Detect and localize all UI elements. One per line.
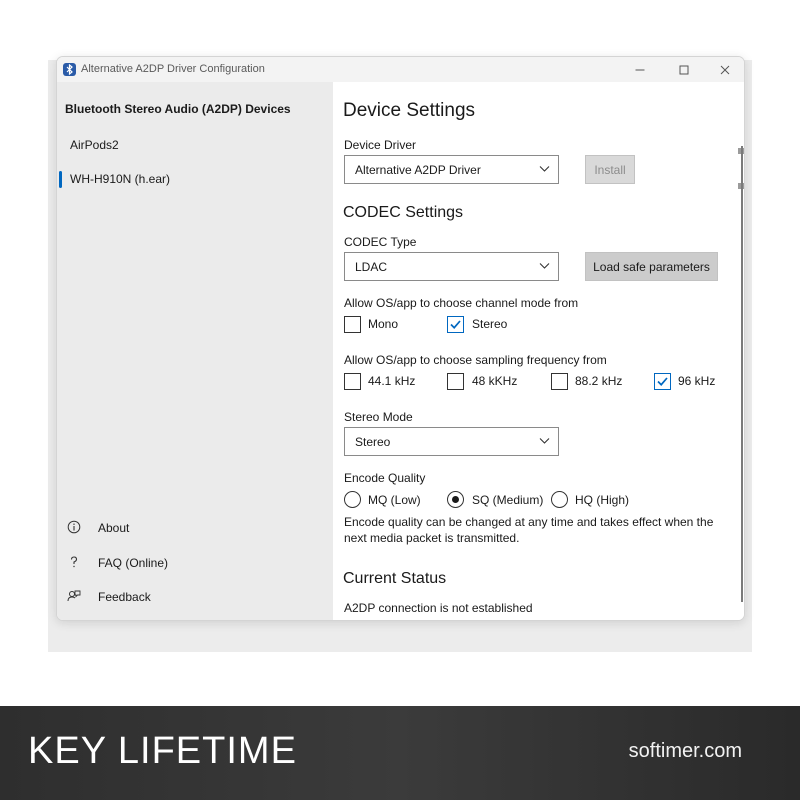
mq-low-radio[interactable] <box>344 491 361 508</box>
freq-48-label: 48 kKHz <box>472 374 518 388</box>
hq-high-label: HQ (High) <box>575 493 630 507</box>
stereo-mode-value: Stereo <box>355 435 391 449</box>
freq-96-label: 96 kHz <box>678 374 716 388</box>
title-bar: Alternative A2DP Driver Configuration <box>57 57 744 82</box>
mq-low-label: MQ (Low) <box>368 493 421 507</box>
channel-mode-label: Allow OS/app to choose channel mode from <box>344 296 579 310</box>
page-title: Device Settings <box>343 100 476 121</box>
sidebar-item-airpods2[interactable]: AirPods2 <box>57 130 333 160</box>
device-driver-value: Alternative A2DP Driver <box>355 163 481 177</box>
checkmark-icon <box>450 320 461 329</box>
freq-44-1-checkbox[interactable] <box>344 373 361 390</box>
hq-high-radio[interactable] <box>551 491 568 508</box>
stereo-mode-select[interactable]: Stereo <box>344 427 559 456</box>
close-button[interactable] <box>705 57 744 82</box>
stereo-label: Stereo <box>472 317 508 331</box>
device-driver-label: Device Driver <box>344 138 417 152</box>
close-icon <box>720 65 730 74</box>
maximize-button[interactable] <box>664 57 704 82</box>
sidebar-item-about[interactable]: About <box>57 514 333 544</box>
faq-label: FAQ (Online) <box>98 556 169 570</box>
mono-label: Mono <box>368 317 399 331</box>
bluetooth-app-icon <box>63 63 76 76</box>
checkmark-icon <box>657 377 668 386</box>
feedback-label: Feedback <box>98 590 151 604</box>
freq-96-checkbox[interactable] <box>654 373 671 390</box>
sampling-frequency-label: Allow OS/app to choose sampling frequenc… <box>344 353 607 367</box>
sidebar: Bluetooth Stereo Audio (A2DP) Devices Ai… <box>57 82 333 620</box>
freq-44-1-label: 44.1 kHz <box>368 374 416 388</box>
sidebar-item-faq[interactable]: FAQ (Online) <box>57 549 333 579</box>
sidebar-item-feedback[interactable]: Feedback <box>57 583 333 613</box>
chevron-down-icon <box>539 438 550 444</box>
window-title: Alternative A2DP Driver Configuration <box>81 63 265 75</box>
current-status-heading: Current Status <box>343 570 447 587</box>
sq-medium-radio[interactable] <box>447 491 464 508</box>
codec-settings-heading: CODEC Settings <box>343 204 464 221</box>
freq-88-2-label: 88.2 kHz <box>575 374 623 388</box>
freq-48-checkbox[interactable] <box>447 373 464 390</box>
stereo-checkbox[interactable] <box>447 316 464 333</box>
banner-brand: KEY LIFETIME <box>28 730 297 772</box>
info-icon <box>67 520 81 534</box>
device-label: WH-H910N (h.ear) <box>70 172 171 186</box>
device-label: AirPods2 <box>70 138 119 152</box>
minimize-button[interactable] <box>620 57 660 82</box>
load-safe-parameters-button[interactable]: Load safe parameters <box>585 252 718 281</box>
question-icon <box>67 555 81 569</box>
minimize-icon <box>635 69 645 70</box>
chevron-down-icon <box>539 166 550 172</box>
sidebar-item-wh-h910n[interactable]: WH-H910N (h.ear) <box>57 164 333 194</box>
promo-banner: KEY LIFETIME softimer.com <box>0 706 800 800</box>
main-content: Device Settings Device Driver Alternativ… <box>333 82 744 620</box>
codec-type-select[interactable]: LDAC <box>344 252 559 281</box>
sq-medium-label: SQ (Medium) <box>472 493 544 507</box>
feedback-icon <box>67 589 81 603</box>
codec-type-label: CODEC Type <box>344 235 417 249</box>
encode-quality-note-line1: Encode quality can be changed at any tim… <box>344 515 714 529</box>
sidebar-header: Bluetooth Stereo Audio (A2DP) Devices <box>65 102 291 116</box>
banner-website[interactable]: softimer.com <box>629 740 742 763</box>
connection-status-text: A2DP connection is not established <box>344 601 533 615</box>
chevron-down-icon <box>539 263 550 269</box>
vertical-scrollbar[interactable] <box>741 146 743 602</box>
device-driver-select[interactable]: Alternative A2DP Driver <box>344 155 559 184</box>
about-label: About <box>98 521 130 535</box>
stereo-mode-label: Stereo Mode <box>344 410 413 424</box>
mono-checkbox[interactable] <box>344 316 361 333</box>
install-button[interactable]: Install <box>585 155 635 184</box>
encode-quality-note-line2: next media packet is transmitted. <box>344 531 520 545</box>
freq-88-2-checkbox[interactable] <box>551 373 568 390</box>
app-window: Alternative A2DP Driver Configuration Bl… <box>56 56 745 621</box>
maximize-icon <box>679 65 689 74</box>
codec-type-value: LDAC <box>355 260 388 274</box>
encode-quality-label: Encode Quality <box>344 471 426 485</box>
